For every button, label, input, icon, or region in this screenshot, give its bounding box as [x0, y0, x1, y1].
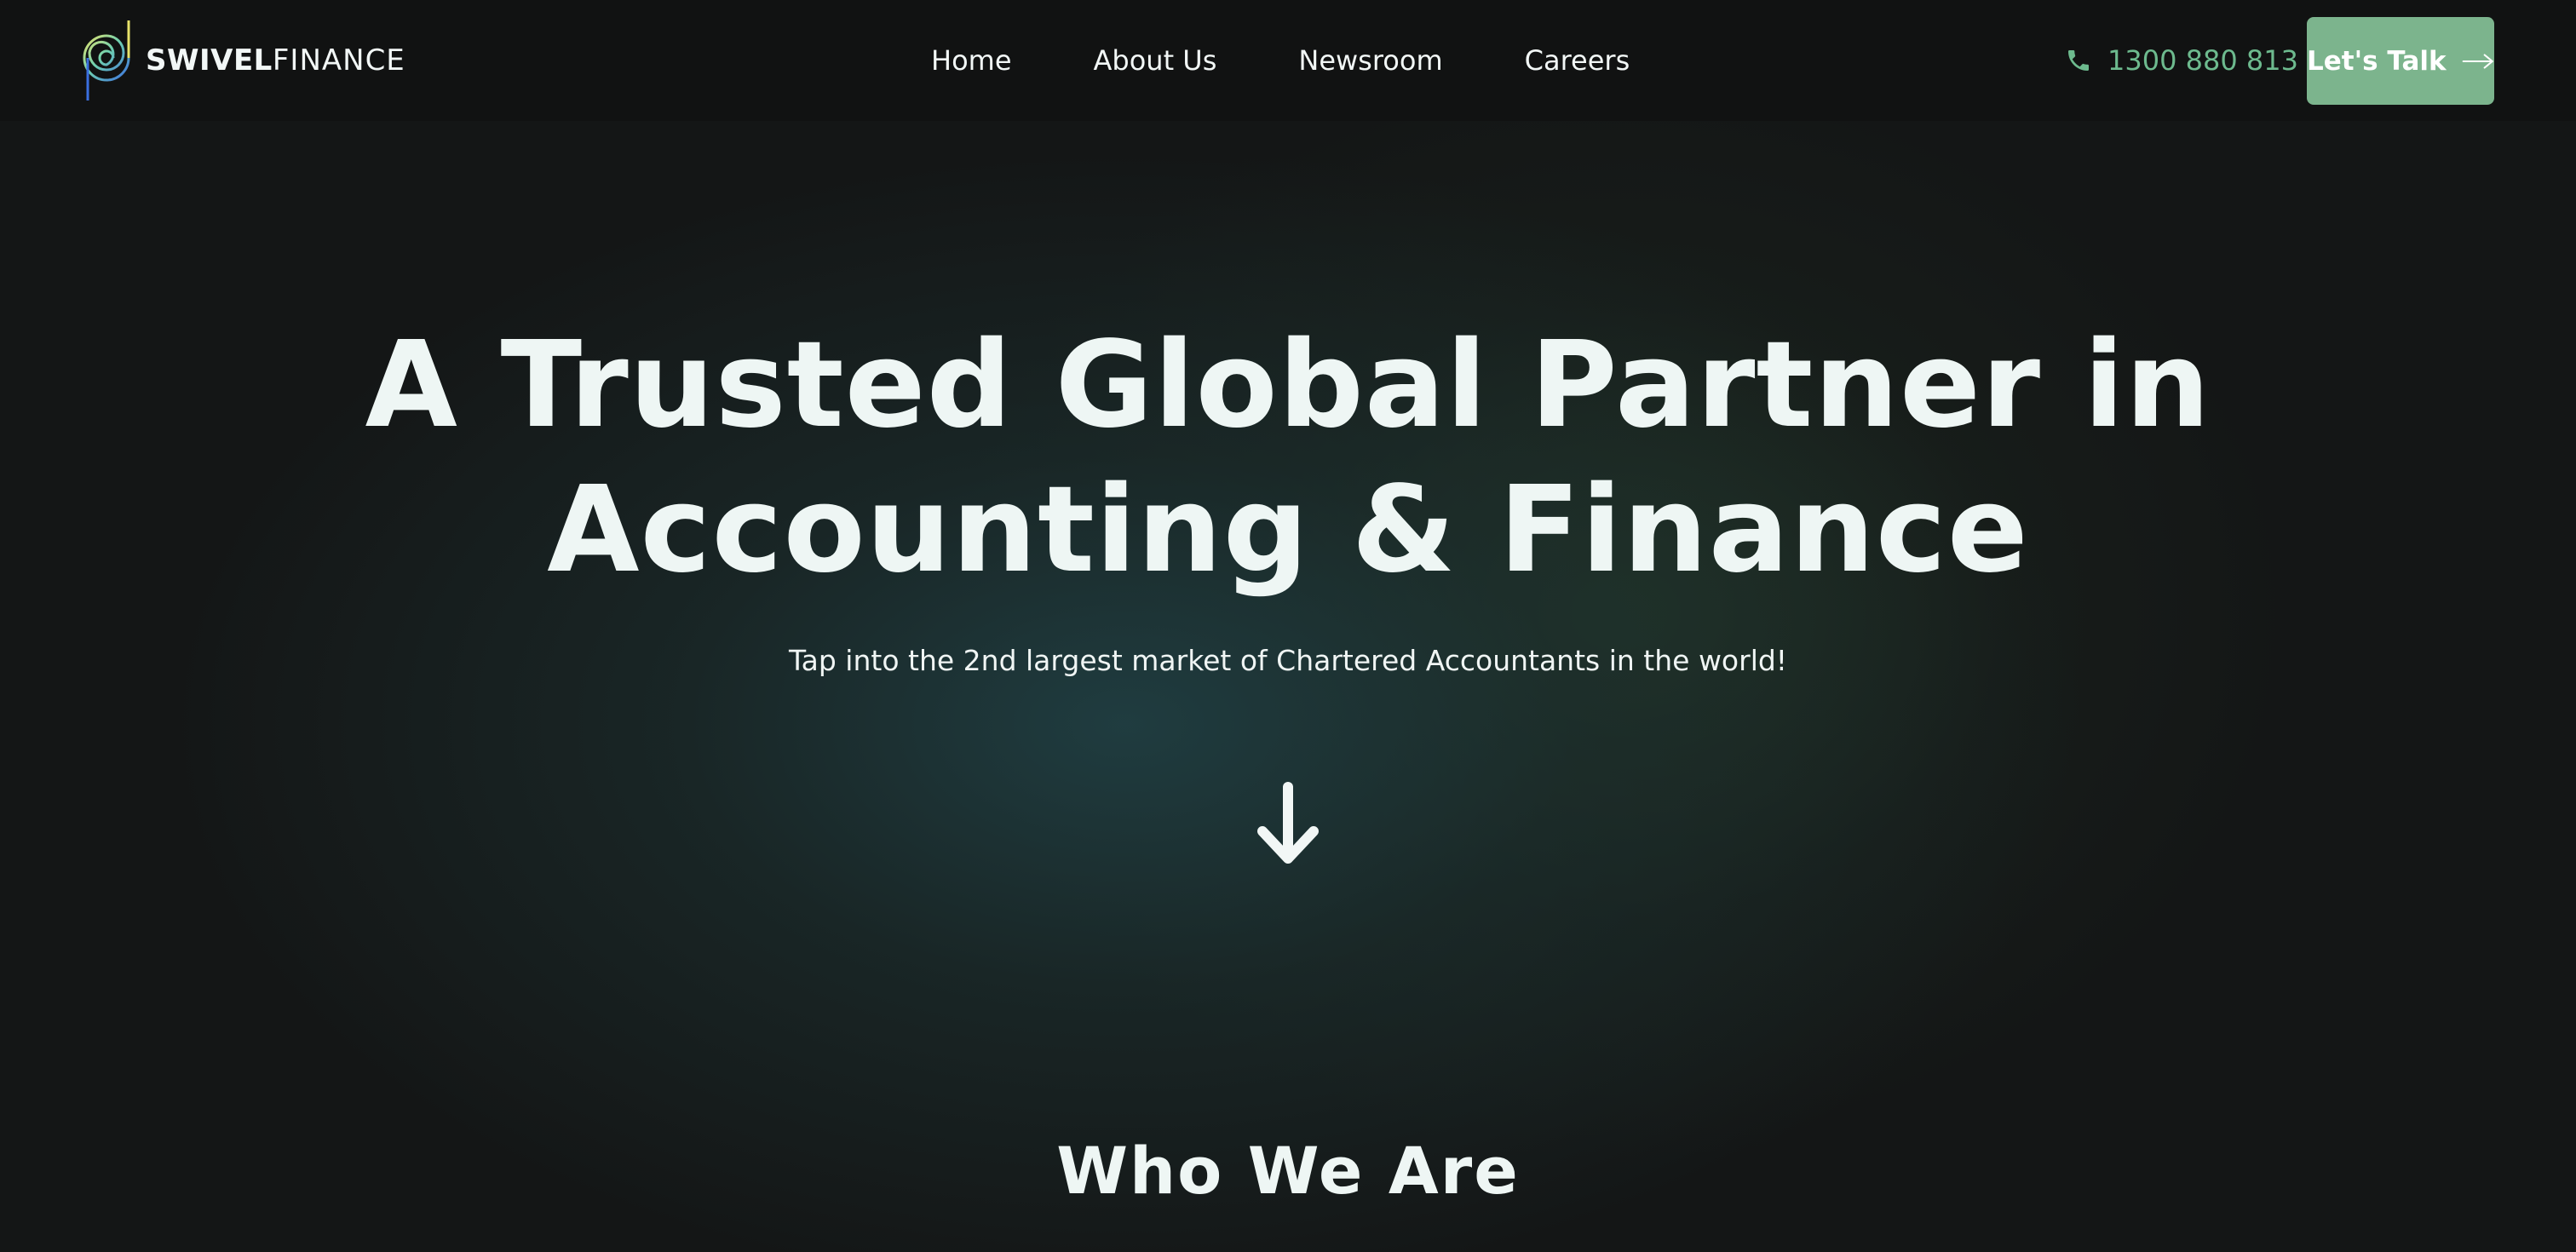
- lets-talk-label: Let's Talk: [2307, 45, 2447, 77]
- logo-wordmark-light: FINANCE: [272, 43, 405, 78]
- hero-subtitle: Tap into the 2nd largest market of Chart…: [788, 644, 1788, 677]
- logo-wordmark: SWIVELFINANCE: [146, 43, 405, 78]
- nav-link-home[interactable]: Home: [931, 44, 1012, 77]
- phone-number: 1300 880 813: [2107, 44, 2298, 77]
- site-logo[interactable]: SWIVELFINANCE: [81, 19, 405, 102]
- hero-title-line-1: A Trusted Global Partner in: [365, 316, 2211, 455]
- arrow-right-icon: [2462, 53, 2493, 69]
- nav-link-about-us[interactable]: About Us: [1094, 44, 1217, 77]
- nav-link-careers[interactable]: Careers: [1525, 44, 1630, 77]
- top-navigation-bar: SWIVELFINANCE Home About Us Newsroom Car…: [0, 0, 2576, 121]
- phone-link[interactable]: 1300 880 813: [2065, 0, 2298, 121]
- swivel-spiral-logo-icon: [83, 20, 130, 101]
- hero-title-line-2: Accounting & Finance: [547, 461, 2029, 600]
- arrow-down-icon[interactable]: [1254, 782, 1322, 867]
- nav-link-newsroom[interactable]: Newsroom: [1298, 44, 1442, 77]
- lets-talk-button[interactable]: Let's Talk: [2307, 17, 2494, 105]
- logo-wordmark-bold: SWIVEL: [146, 43, 273, 78]
- hero-title: A Trusted Global Partner in Accounting &…: [0, 313, 2576, 603]
- phone-icon: [2068, 50, 2089, 71]
- who-we-are-heading: Who We Are: [1056, 1133, 1520, 1209]
- page: SWIVELFINANCE Home About Us Newsroom Car…: [0, 0, 2576, 1252]
- main-menu: Home About Us Newsroom Careers: [931, 0, 1630, 121]
